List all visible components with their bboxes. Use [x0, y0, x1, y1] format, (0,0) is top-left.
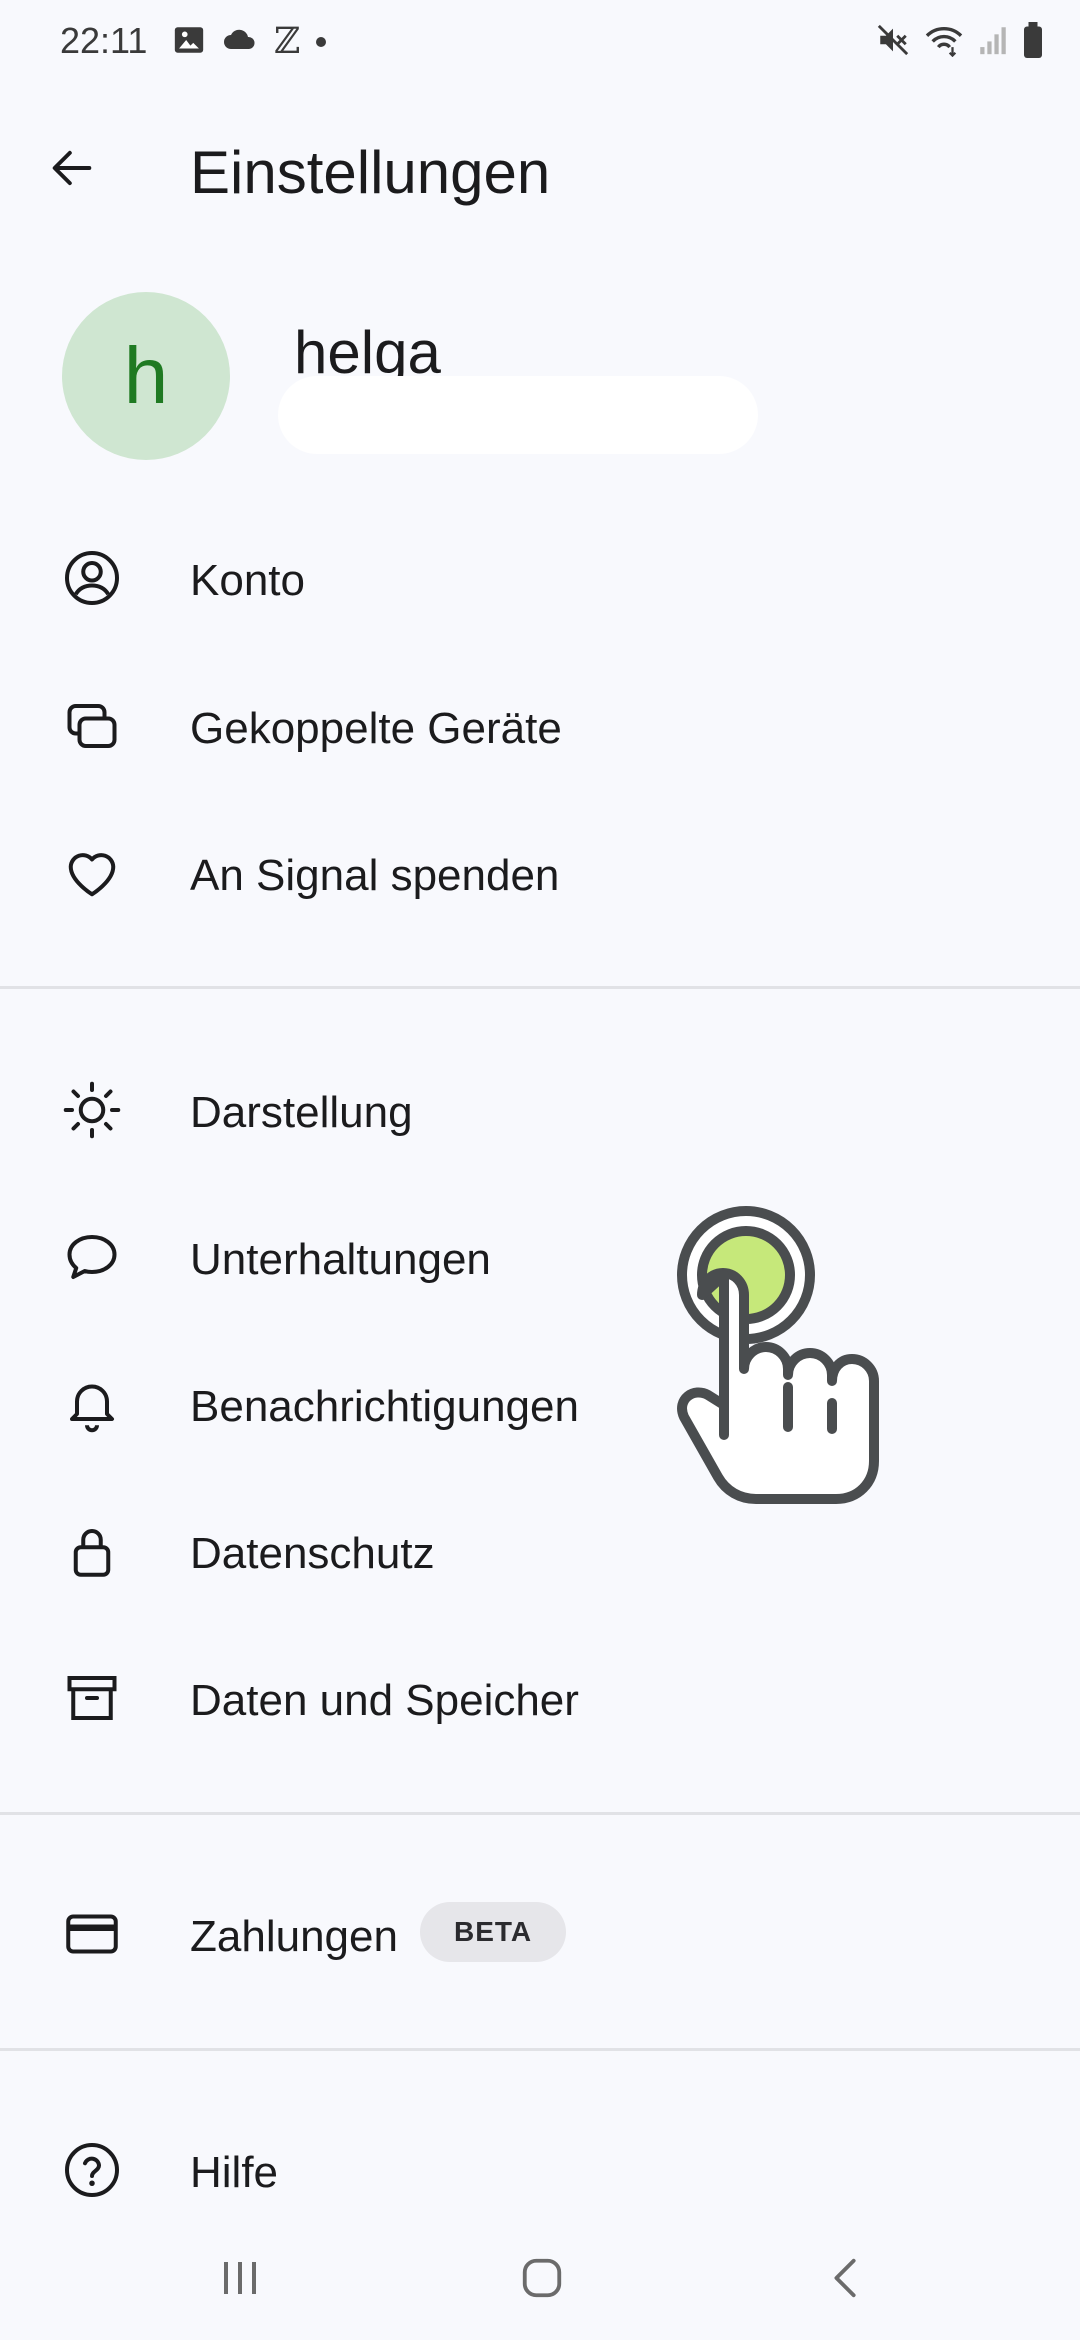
linked-devices-icon	[62, 696, 122, 756]
menu-item-help[interactable]: Hilfe	[0, 2110, 1080, 2230]
arrow-left-icon	[46, 142, 98, 199]
status-bar: 22:11 ℤ	[0, 0, 1080, 84]
lock-icon	[62, 1521, 122, 1581]
wifi-icon	[924, 23, 964, 62]
menu-item-linked-devices[interactable]: Gekoppelte Geräte	[0, 666, 1080, 786]
z-icon: ℤ	[274, 21, 301, 62]
menu-item-donate[interactable]: An Signal spenden	[0, 813, 1080, 933]
cloud-icon	[222, 26, 258, 59]
mute-icon	[876, 23, 910, 62]
system-back-button[interactable]	[806, 2242, 886, 2318]
menu-item-label: Unterhaltungen	[190, 1235, 491, 1284]
page-title: Einstellungen	[190, 139, 551, 206]
menu-item-account[interactable]: Konto	[0, 518, 1080, 638]
menu-item-label: Darstellung	[190, 1088, 413, 1137]
system-navigation-bar	[0, 2220, 1080, 2340]
menu-item-data-storage[interactable]: Daten und Speicher	[0, 1638, 1080, 1758]
menu-item-label: Datenschutz	[190, 1529, 435, 1578]
menu-item-label: Konto	[190, 556, 305, 605]
signal-icon	[978, 23, 1008, 62]
heart-icon	[62, 843, 122, 903]
app-bar: Einstellungen	[0, 110, 1080, 230]
menu-item-label: Daten und Speicher	[190, 1676, 579, 1725]
beta-badge: BETA	[420, 1902, 567, 1962]
help-icon	[62, 2140, 122, 2200]
chat-bubble-icon	[62, 1227, 122, 1287]
avatar: h	[62, 292, 230, 460]
menu-item-notifications[interactable]: Benachrichtigungen	[0, 1344, 1080, 1464]
section-divider	[0, 986, 1080, 989]
tap-gesture-hand-icon	[670, 1195, 910, 1525]
menu-item-appearance[interactable]: Darstellung	[0, 1050, 1080, 1170]
account-icon	[62, 548, 122, 608]
credit-card-icon	[62, 1904, 122, 1964]
menu-item-label: Zahlungen	[190, 1912, 398, 1961]
notification-dot-icon	[316, 37, 327, 47]
section-divider	[0, 1812, 1080, 1815]
chevron-left-icon	[826, 2255, 866, 2306]
redacted-phone-number	[278, 376, 758, 454]
recent-apps-icon	[218, 2258, 262, 2303]
section-divider	[0, 2048, 1080, 2051]
archive-box-icon	[62, 1668, 122, 1728]
menu-item-label: Hilfe	[190, 2148, 279, 2197]
back-button[interactable]	[34, 132, 110, 208]
battery-icon	[1022, 21, 1044, 63]
menu-item-chats[interactable]: Unterhaltungen	[0, 1197, 1080, 1317]
menu-item-label: Gekoppelte Geräte	[190, 704, 562, 753]
menu-item-privacy[interactable]: Datenschutz	[0, 1491, 1080, 1611]
image-icon	[172, 23, 206, 62]
menu-item-label: An Signal spenden	[190, 851, 560, 900]
status-notification-icons: ℤ	[172, 21, 327, 62]
recent-apps-button[interactable]	[200, 2242, 280, 2318]
profile-row[interactable]: h helga	[0, 280, 1080, 480]
sun-icon	[62, 1080, 122, 1140]
status-system-icons	[876, 21, 1044, 63]
menu-item-label: Benachrichtigungen	[190, 1382, 579, 1431]
status-time: 22:11	[60, 20, 148, 61]
home-button[interactable]	[502, 2242, 582, 2318]
home-icon	[519, 2255, 565, 2306]
bell-icon	[62, 1374, 122, 1434]
